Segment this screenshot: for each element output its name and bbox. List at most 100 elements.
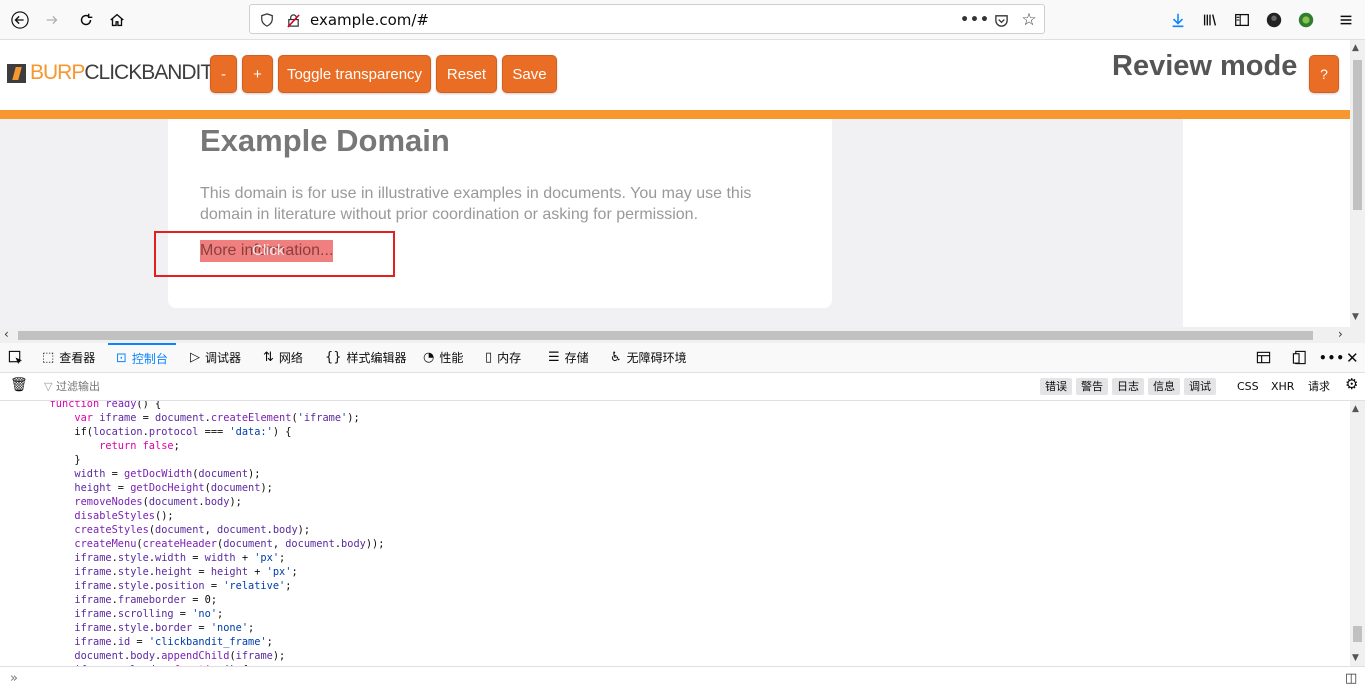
menu-icon[interactable] [1332, 6, 1360, 34]
reload-icon[interactable] [72, 6, 100, 34]
download-icon[interactable] [1164, 6, 1192, 34]
scroll-down-icon[interactable]: ▼ [1352, 312, 1359, 322]
url-bar[interactable]: example.com/# ••• ☆ [249, 4, 1045, 34]
library-icon[interactable] [1196, 6, 1224, 34]
console-input[interactable] [30, 670, 1320, 688]
scrollbar-thumb[interactable] [1353, 626, 1362, 642]
close-devtools-icon[interactable]: ✕ [1346, 343, 1359, 372]
editor-mode-icon[interactable]: ◫ [1345, 671, 1357, 686]
storage-icon: ☰ [548, 350, 560, 365]
url-text[interactable]: example.com/# [310, 11, 429, 29]
console-code-line: function ready() { [49, 401, 162, 410]
console-code-line: if(location.protocol === 'data:') { [0, 426, 292, 438]
tab-label: 存储 [564, 351, 589, 365]
insecure-icon[interactable] [284, 11, 302, 29]
console-code-line: } [0, 454, 81, 466]
console-scrollbar[interactable]: ▲ ▼ [1350, 401, 1365, 666]
toggle-transparency-button[interactable]: Toggle transparency [278, 55, 431, 93]
console-code-line: var iframe = document.createElement('ifr… [74, 412, 360, 424]
split-console-icon[interactable] [1256, 343, 1271, 372]
accessibility-icon: ♿ [610, 350, 622, 365]
tab-debugger[interactable]: ▷ 调试器 [190, 343, 241, 372]
page-horizontal-scrollbar[interactable]: ‹ › [0, 327, 1365, 343]
tab-accessibility[interactable]: ♿ 无障碍环境 [610, 343, 687, 372]
bookmark-star-icon[interactable]: ☆ [1020, 10, 1038, 30]
tab-inspector[interactable]: ⬚ 查看器 [42, 343, 95, 372]
sidebar-icon[interactable] [1228, 6, 1256, 34]
filter-output-input[interactable] [56, 378, 456, 395]
tab-storage[interactable]: ☰ 存储 [548, 343, 589, 372]
scroll-right-icon[interactable]: › [1338, 327, 1343, 341]
zoom-out-button[interactable]: - [210, 55, 237, 93]
filter-requests-button[interactable]: 请求 [1308, 378, 1330, 395]
page-vertical-scrollbar[interactable]: ▲ ▼ [1350, 40, 1365, 327]
tab-console[interactable]: ⊡ 控制台 [108, 343, 176, 372]
example-title: Example Domain [200, 123, 450, 158]
example-description: This domain is for use in illustrative e… [200, 185, 752, 223]
account-icon[interactable] [1260, 6, 1288, 34]
scroll-up-icon[interactable]: ▲ [1352, 43, 1359, 53]
filter-errors-button[interactable]: 错误 [1040, 378, 1072, 395]
filter-info-button[interactable]: 信息 [1148, 378, 1180, 395]
tab-memory[interactable]: ▯ 内存 [485, 343, 521, 372]
scroll-down-icon[interactable]: ▼ [1352, 653, 1359, 663]
extension-icon[interactable] [1292, 6, 1320, 34]
console-output: function ready() { var iframe = document… [0, 401, 1350, 666]
tab-network[interactable]: ⇅ 网络 [263, 343, 303, 372]
pocket-icon[interactable] [992, 11, 1010, 29]
scrollbar-thumb[interactable] [1353, 60, 1362, 210]
filter-icon: ▽ [44, 380, 53, 393]
console-code-line: createStyles(document, document.body); [74, 524, 311, 536]
tab-label: 性能 [439, 351, 464, 365]
click-target-box[interactable] [154, 231, 395, 277]
console-code-line: iframe.scrolling = 'no'; [74, 608, 224, 620]
tab-performance[interactable]: ◔ 性能 [423, 343, 463, 372]
tab-label: 网络 [278, 351, 303, 365]
trash-icon[interactable]: 🗑 [10, 377, 28, 394]
web-content: BURP CLICKBANDIT - + Toggle transparency… [0, 40, 1350, 327]
console-input-row: » ◫ [0, 666, 1365, 691]
tab-label: 无障碍环境 [626, 351, 687, 365]
help-button[interactable]: ? [1309, 55, 1339, 93]
tab-style-editor[interactable]: {} 样式编辑器 [325, 343, 407, 372]
filter-debug-button[interactable]: 调试 [1184, 378, 1216, 395]
console-code-line: return false; [99, 440, 180, 452]
review-mode-title: Review mode [1112, 50, 1298, 82]
logo-burp-text: BURP [30, 61, 85, 84]
filter-logs-button[interactable]: 日志 [1112, 378, 1144, 395]
console-code-line: disableStyles(); [74, 510, 174, 522]
scroll-left-icon[interactable]: ‹ [4, 327, 9, 341]
scroll-up-icon[interactable]: ▲ [1352, 404, 1359, 414]
console-filter-bar: 🗑 ▽ 错误 警告 日志 信息 调试 CSS XHR 请求 ⚙ [0, 373, 1365, 401]
page-actions-icon[interactable]: ••• [960, 11, 989, 29]
filter-xhr-button[interactable]: XHR [1271, 378, 1294, 395]
console-settings-gear-icon[interactable]: ⚙ [1345, 376, 1358, 393]
console-code-line: removeNodes(document.body); [74, 496, 242, 508]
console-code-line: iframe.style.width = width + 'px'; [74, 552, 286, 564]
console-prompt-icon: » [10, 671, 18, 686]
shield-icon[interactable] [258, 11, 276, 29]
zoom-in-button[interactable]: + [242, 55, 273, 93]
burp-clickbandit-logo: BURP CLICKBANDIT [7, 61, 213, 84]
scrollbar-thumb[interactable] [18, 331, 1313, 340]
burp-header: BURP CLICKBANDIT - + Toggle transparency… [0, 40, 1350, 110]
console-code-line: iframe.style.position = 'relative'; [74, 580, 292, 592]
devtools-menu-icon[interactable]: ••• [1319, 343, 1345, 372]
filter-warnings-button[interactable]: 警告 [1076, 378, 1108, 395]
home-icon[interactable] [103, 6, 131, 34]
console-code-line: createMenu(createHeader(document, docume… [74, 538, 385, 550]
memory-icon: ▯ [485, 350, 493, 365]
logo-clickbandit-text: CLICKBANDIT [84, 61, 213, 84]
console-code-line: iframe.style.height = height + 'px'; [74, 566, 298, 578]
filter-css-button[interactable]: CSS [1237, 378, 1259, 395]
reset-button[interactable]: Reset [436, 55, 497, 93]
console-code-line: height = getDocHeight(document); [74, 482, 273, 494]
console-code-line: iframe.id = 'clickbandit_frame'; [74, 636, 273, 648]
back-icon[interactable] [6, 6, 34, 34]
debugger-icon: ▷ [190, 350, 200, 365]
style-editor-icon: {} [325, 350, 342, 365]
forward-icon[interactable] [38, 6, 66, 34]
save-button[interactable]: Save [502, 55, 557, 93]
element-picker-icon[interactable] [8, 343, 23, 372]
dock-icon[interactable] [1292, 343, 1307, 372]
